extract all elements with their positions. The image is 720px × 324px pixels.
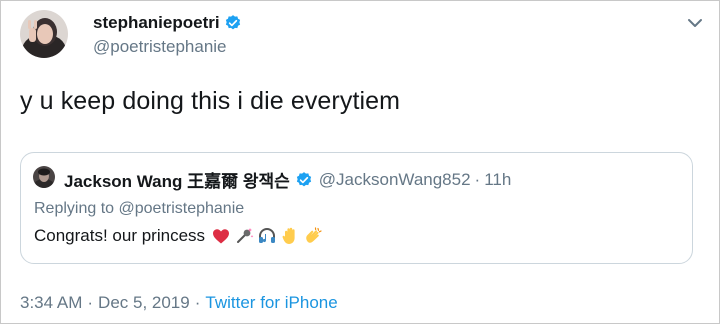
verified-badge-icon: [224, 14, 242, 32]
raised-hand-icon: [280, 226, 300, 246]
quoted-handle[interactable]: @JacksonWang852: [319, 170, 471, 190]
author-name-text[interactable]: stephaniepoetri: [93, 13, 220, 33]
red-heart-icon: [211, 226, 231, 246]
quoted-text-row: Congrats! our princess: [34, 226, 323, 246]
tweet-metadata: 3:34 AM · Dec 5, 2019 · Twitter for iPhone: [20, 293, 338, 313]
replying-to-label: Replying to: [34, 200, 115, 217]
quoted-header: Jackson Wang 王嘉爾 왕잭슨 @JacksonWang852 · 1…: [64, 167, 511, 192]
tweet-time[interactable]: 3:34 AM: [20, 293, 82, 312]
separator-dot: ·: [87, 293, 94, 312]
author-avatar[interactable]: [20, 10, 68, 58]
tweet-card: stephaniepoetri @poetristephanie y u kee…: [0, 0, 720, 324]
replying-to: Replying to @poetristephanie: [34, 200, 244, 218]
separator-dot: ·: [194, 293, 201, 312]
verified-badge-icon: [295, 171, 313, 189]
clapping-hands-icon: [303, 226, 323, 246]
replying-to-mention[interactable]: @poetristephanie: [119, 200, 245, 217]
quoted-text: Congrats! our princess: [34, 226, 206, 245]
tweet-source-link[interactable]: Twitter for iPhone: [205, 293, 337, 312]
quoted-age[interactable]: 11h: [484, 170, 511, 190]
tweet-text: y u keep doing this i die everytiem: [20, 87, 401, 115]
microphone-sparkle-icon: [234, 226, 254, 246]
separator-dot: ·: [474, 169, 481, 189]
quoted-display-name[interactable]: Jackson Wang 王嘉爾 왕잭슨: [64, 167, 290, 192]
author-display-name[interactable]: stephaniepoetri: [93, 13, 242, 33]
headphones-icon: [257, 226, 277, 246]
chevron-down-icon[interactable]: [683, 11, 707, 35]
quoted-tweet[interactable]: Jackson Wang 王嘉爾 왕잭슨 @JacksonWang852 · 1…: [20, 152, 693, 264]
quoted-author-avatar[interactable]: [33, 166, 55, 188]
emoji-group: [211, 226, 323, 246]
tweet-date[interactable]: Dec 5, 2019: [98, 293, 190, 312]
author-handle[interactable]: @poetristephanie: [93, 37, 227, 57]
